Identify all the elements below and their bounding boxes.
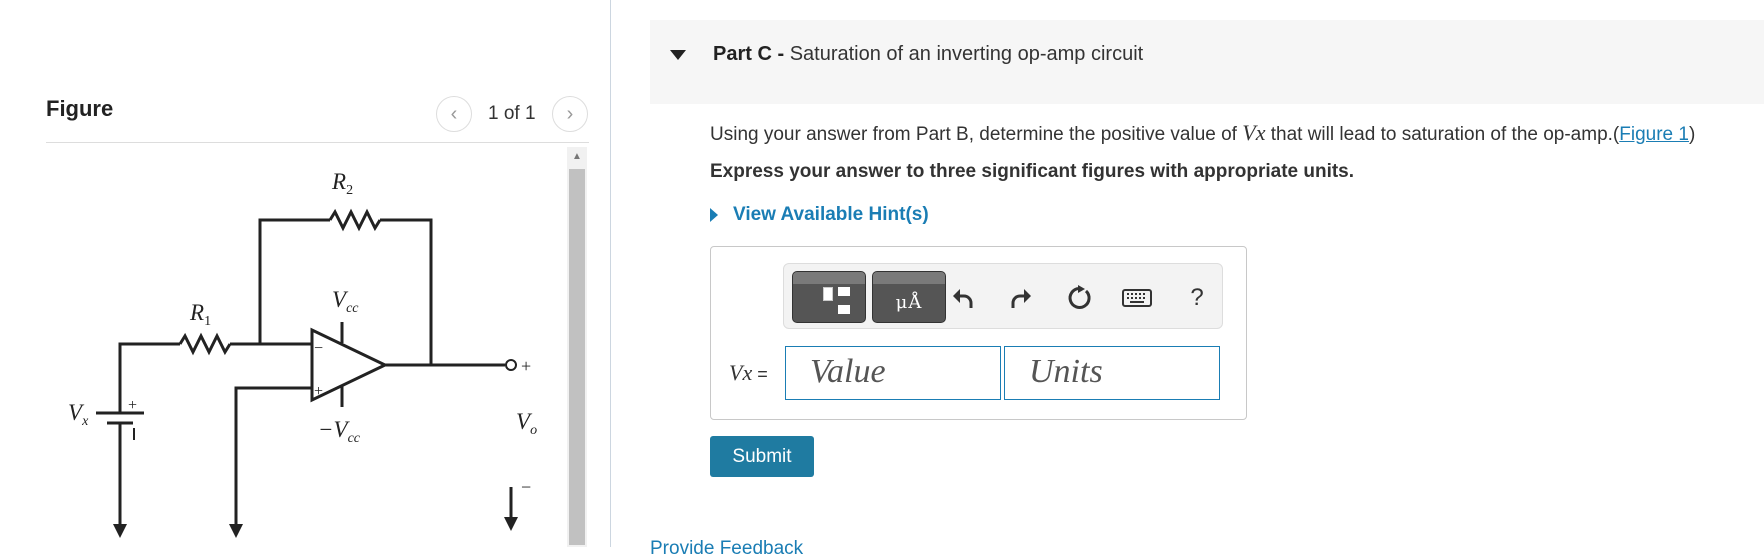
r2-resistor [328, 208, 382, 232]
equals-sign: = [757, 364, 768, 384]
units-glyph-icon: μÅ [895, 292, 923, 313]
answer-instruction: Express your answer to three significant… [710, 161, 1355, 182]
r1-label: R1 [189, 300, 211, 329]
figure-panel: Figure ‹ 1 of 1 › R2 R1 Vcc −Vcc Vx Vo −… [0, 0, 610, 547]
figure-1-link[interactable]: Figure 1 [1619, 124, 1689, 145]
op-amp-circuit-diagram: R2 R1 Vcc −Vcc Vx Vo − + + + − [68, 169, 537, 538]
feedback-wire-right [380, 218, 433, 365]
scroll-up-arrow-icon[interactable]: ▲ [567, 147, 587, 165]
figure-scrollbar[interactable]: ▲ [567, 147, 587, 547]
units-button[interactable]: μÅ [872, 271, 946, 323]
source-plus-sign: + [128, 397, 137, 414]
question-text-end: that will lead to saturation of the op-a… [1265, 124, 1620, 145]
feedback-wire [258, 218, 330, 344]
answer-variable-label: Vx = [729, 360, 768, 386]
output-plus-sign: + [521, 356, 531, 376]
template-box-icon [838, 305, 850, 314]
noninverting-input-sign: + [314, 383, 323, 400]
next-figure-button[interactable]: › [552, 96, 588, 132]
collapse-caret-icon[interactable] [670, 50, 686, 60]
undo-icon [953, 289, 973, 308]
input-wire [118, 342, 180, 403]
button-band [873, 272, 945, 284]
vo-label: Vo [516, 409, 537, 438]
value-input[interactable]: Value [785, 346, 1001, 400]
math-toolbar: μÅ ? [783, 263, 1223, 329]
question-closing-paren: ) [1688, 124, 1696, 145]
answer-box: μÅ ? Vx = Value Units [710, 246, 1247, 420]
question-variable: Vx [1242, 120, 1266, 145]
undo-button[interactable] [946, 281, 980, 315]
noninverting-ground-wire [234, 386, 312, 528]
button-band [793, 272, 865, 284]
panel-divider [610, 0, 611, 547]
part-label: Part C - [713, 43, 785, 65]
question-text-start: Using your answer from Part B, determine… [710, 124, 1243, 145]
expand-caret-icon [710, 208, 718, 222]
figure-pagination: 1 of 1 [488, 103, 536, 124]
vcc-label: Vcc [332, 287, 359, 316]
part-title: Part C - Saturation of an inverting op-a… [713, 43, 1143, 66]
units-input[interactable]: Units [1004, 346, 1220, 400]
part-name: Saturation of an inverting op-amp circui… [789, 43, 1144, 65]
chevron-right-icon: › [566, 102, 574, 125]
keyboard-button[interactable] [1120, 281, 1154, 315]
submit-button[interactable]: Submit [710, 436, 814, 477]
inverting-input-sign: − [314, 340, 323, 357]
output-terminal [505, 359, 517, 371]
redo-button[interactable] [1004, 281, 1038, 315]
ground-arrow [113, 524, 127, 538]
templates-button[interactable] [792, 271, 866, 323]
scrollbar-thumb[interactable] [569, 169, 585, 545]
question-text: Using your answer from Part B, determine… [710, 120, 1695, 146]
redo-icon [1011, 289, 1031, 308]
ground-arrow [504, 517, 518, 531]
r1-resistor [178, 332, 232, 356]
ground-arrow [229, 524, 243, 538]
help-button[interactable]: ? [1180, 281, 1214, 315]
part-c-header[interactable]: Part C - Saturation of an inverting op-a… [650, 20, 1764, 104]
vx-label: Vx [68, 400, 89, 429]
figure-title: Figure [46, 96, 114, 121]
r2-label: R2 [331, 169, 353, 198]
prev-figure-button[interactable]: ‹ [436, 96, 472, 132]
keyboard-icon [1122, 289, 1152, 307]
template-box-icon [838, 287, 850, 296]
figure-divider [46, 142, 589, 143]
template-box-icon [823, 287, 833, 301]
view-hints-toggle[interactable]: View Available Hint(s) [710, 204, 929, 226]
hint-label: View Available Hint(s) [733, 204, 929, 225]
answer-variable: Vx [729, 360, 753, 385]
reset-button[interactable] [1062, 281, 1096, 315]
reset-icon [1068, 285, 1091, 309]
output-minus-sign: − [521, 477, 531, 497]
provide-feedback-link[interactable]: Provide Feedback [650, 538, 803, 560]
neg-vcc-label: −Vcc [318, 417, 361, 446]
chevron-left-icon: ‹ [450, 102, 458, 125]
